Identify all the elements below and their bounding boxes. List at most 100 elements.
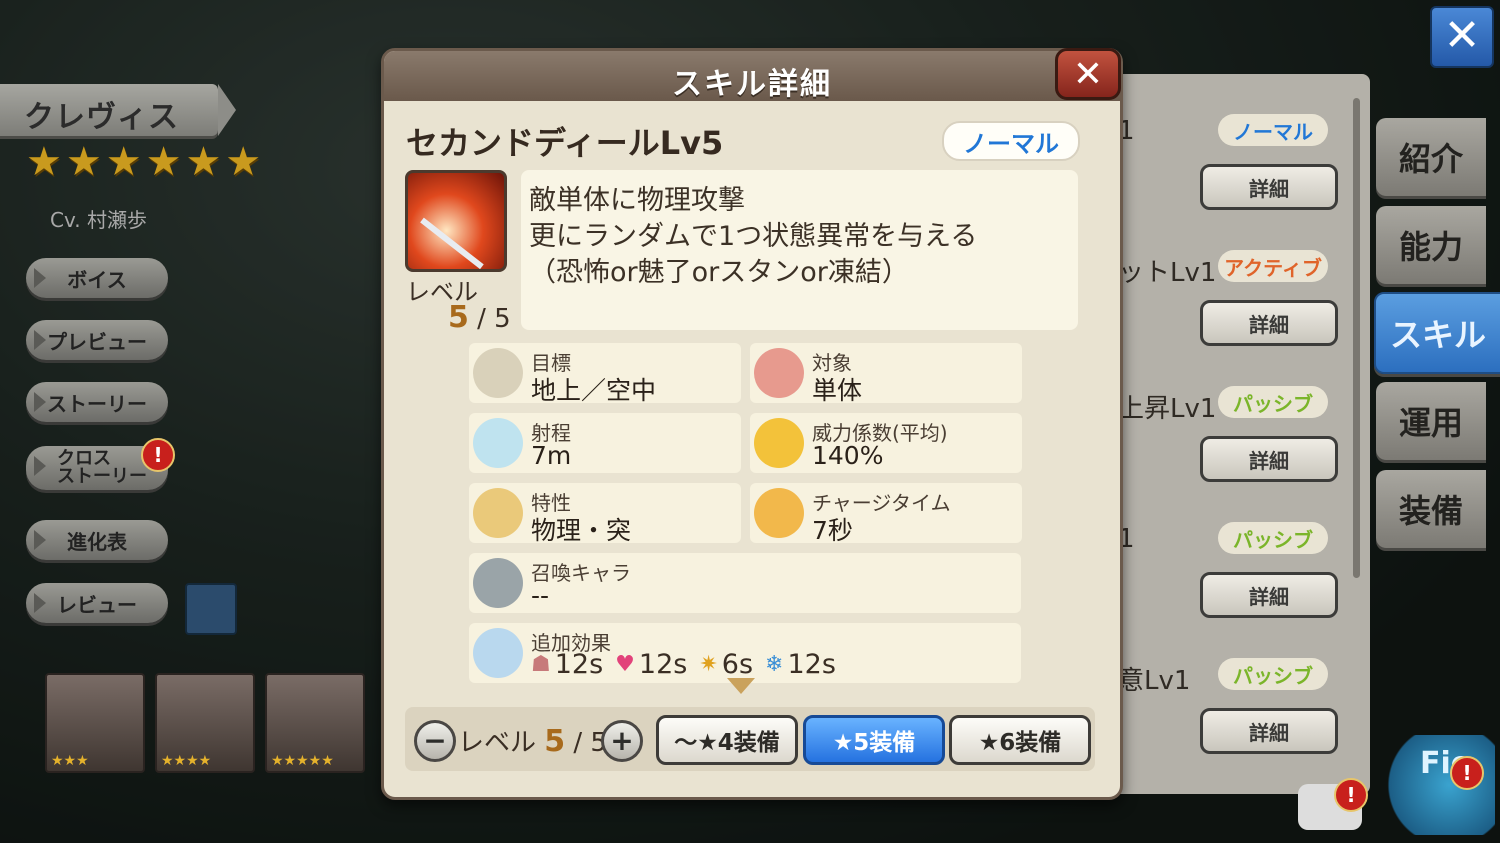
stat-value: 単体 xyxy=(812,376,863,405)
description-line: 敵単体に物理攻撃 xyxy=(529,185,745,216)
arrow-icon xyxy=(34,530,46,550)
spear-shape xyxy=(420,217,484,270)
stat-value: -- xyxy=(531,581,550,610)
summon-icon xyxy=(473,558,523,608)
level-display: レベル 5 / 5 xyxy=(458,722,607,759)
tab-ability[interactable]: 能力 xyxy=(1376,206,1486,284)
alert-badge-icon: ! xyxy=(1450,756,1484,790)
arrow-icon xyxy=(34,268,46,288)
pointer-caret-icon xyxy=(727,678,755,694)
portrait-5star[interactable]: ★★★★★ xyxy=(265,673,365,773)
tab-skill[interactable]: スキル xyxy=(1374,292,1500,374)
level-plus-button[interactable]: + xyxy=(601,720,643,762)
preview-button[interactable]: プレビュー xyxy=(26,320,168,360)
alert-badge-icon: ! xyxy=(1334,778,1368,812)
story-button[interactable]: ストーリー xyxy=(26,382,168,422)
character-rarity-stars: ★ ★ ★ ★ ★ ★ xyxy=(26,142,261,182)
dialog-close-button[interactable]: ✕ xyxy=(1055,48,1121,100)
skill-list-scrollbar[interactable] xyxy=(1353,98,1360,578)
star-icon: ★ xyxy=(185,139,222,185)
evolution-chart-button[interactable]: 進化表 xyxy=(26,520,168,560)
arrow-icon xyxy=(34,330,46,350)
review-button-label: レビュー xyxy=(57,592,137,617)
effect-duration: 12s xyxy=(638,649,688,680)
stat-value: 地上／空中 xyxy=(531,376,657,405)
star-icon: ★ xyxy=(225,139,262,185)
detail-button[interactable]: 詳細 xyxy=(1200,300,1338,346)
skill-list-name: ットLv1 xyxy=(1118,258,1217,288)
level-label: レベル xyxy=(458,728,545,758)
stat-charge: チャージタイム 7秒 xyxy=(750,483,1022,545)
stat-attribute: 特性 物理・突 xyxy=(469,483,741,545)
close-screen-button[interactable]: ✕ xyxy=(1430,6,1494,68)
clock-icon xyxy=(754,488,804,538)
stat-value: 7m xyxy=(531,441,572,470)
arrow-icon xyxy=(34,456,46,476)
portrait-stars: ★★★★ xyxy=(161,753,212,769)
crosshair-icon xyxy=(473,348,523,398)
arrow-range-icon xyxy=(473,418,523,468)
equip-4star-button[interactable]: 〜★4装備 xyxy=(656,715,798,765)
cheer-icon[interactable] xyxy=(185,583,237,635)
tab-equipment[interactable]: 装備 xyxy=(1376,470,1486,548)
skill-type-badge: ノーマル xyxy=(942,121,1080,161)
detail-button[interactable]: 詳細 xyxy=(1200,164,1338,210)
portrait-3star[interactable]: ★★★ xyxy=(45,673,145,773)
skill-level-current: 5 xyxy=(448,300,469,335)
stat-power: 威力係数(平均) 140% xyxy=(750,413,1022,473)
skill-list-name: 意Lv1 xyxy=(1118,666,1191,696)
alert-badge-icon: ! xyxy=(141,438,175,472)
stat-value: 物理・突 xyxy=(531,516,632,545)
portrait-4star[interactable]: ★★★★ xyxy=(155,673,255,773)
burst-icon xyxy=(754,418,804,468)
voice-actor: Cv. 村瀬歩 xyxy=(50,208,147,232)
stat-range: 射程 7m xyxy=(469,413,741,473)
skill-level-max: / 5 xyxy=(468,304,511,334)
equip-5star-button[interactable]: ★5装備 xyxy=(803,715,945,765)
character-name-plate: クレヴィス xyxy=(0,84,236,136)
character-name: クレヴィス xyxy=(24,100,179,135)
fear-icon: ☗ xyxy=(531,652,551,677)
list-item: 1 パッシブ 詳細 xyxy=(1100,512,1350,632)
tab-usage[interactable]: 運用 xyxy=(1376,382,1486,460)
stat-extra-effects: 追加効果 ☗ 12s ♥ 12s ✷ 6s ❄ 12s xyxy=(469,623,1021,683)
portrait-stars: ★★★ xyxy=(51,753,89,769)
star-icon: ★ xyxy=(145,139,182,185)
star-icon: ★ xyxy=(105,139,142,185)
description-line: 更にランダムで1つ状態異常を与える xyxy=(529,221,978,252)
voice-button[interactable]: ボイス xyxy=(26,258,168,298)
review-button[interactable]: レビュー xyxy=(26,583,168,623)
evolution-chart-label: 進化表 xyxy=(67,529,127,554)
freeze-icon: ❄ xyxy=(765,652,784,677)
skill-type-badge: ノーマル xyxy=(1218,114,1328,146)
stat-target: 目標 地上／空中 xyxy=(469,343,741,405)
effect-duration: 12s xyxy=(787,649,836,680)
skill-type-badge: パッシブ xyxy=(1218,522,1328,554)
arrow-icon xyxy=(34,392,46,412)
list-item: ットLv1 アクティブ 詳細 xyxy=(1100,240,1350,360)
effects-list: ☗ 12s ♥ 12s ✷ 6s ❄ 12s xyxy=(531,649,836,680)
tab-intro[interactable]: 紹介 xyxy=(1376,118,1486,196)
effect-charm: ♥ 12s xyxy=(615,649,687,680)
equip-6star-button[interactable]: ★6装備 xyxy=(949,715,1091,765)
level-current: 5 xyxy=(544,724,566,759)
preview-button-label: プレビュー xyxy=(47,329,147,354)
skill-level-value: 5 / 5 xyxy=(448,300,511,335)
dialog-header: スキル詳細 xyxy=(384,51,1120,102)
detail-button[interactable]: 詳細 xyxy=(1200,708,1338,754)
dialog-title: スキル詳細 xyxy=(672,67,832,102)
effect-stun: ✷ 6s xyxy=(699,649,753,680)
stat-summon: 召喚キャラ -- xyxy=(469,553,1021,613)
star-icon: ★ xyxy=(65,139,102,185)
sword-icon xyxy=(473,488,523,538)
voice-button-label: ボイス xyxy=(67,267,127,292)
effect-freeze: ❄ 12s xyxy=(765,649,836,680)
detail-button[interactable]: 詳細 xyxy=(1200,436,1338,482)
level-minus-button[interactable]: − xyxy=(414,720,456,762)
cross-story-label-line2: ストーリー xyxy=(57,466,147,487)
stat-value: 7秒 xyxy=(812,516,853,545)
story-button-label: ストーリー xyxy=(47,391,147,416)
description-line: （恐怖or魅了orスタンor凍結） xyxy=(529,257,909,288)
detail-button[interactable]: 詳細 xyxy=(1200,572,1338,618)
sword-plus-icon xyxy=(473,628,523,678)
